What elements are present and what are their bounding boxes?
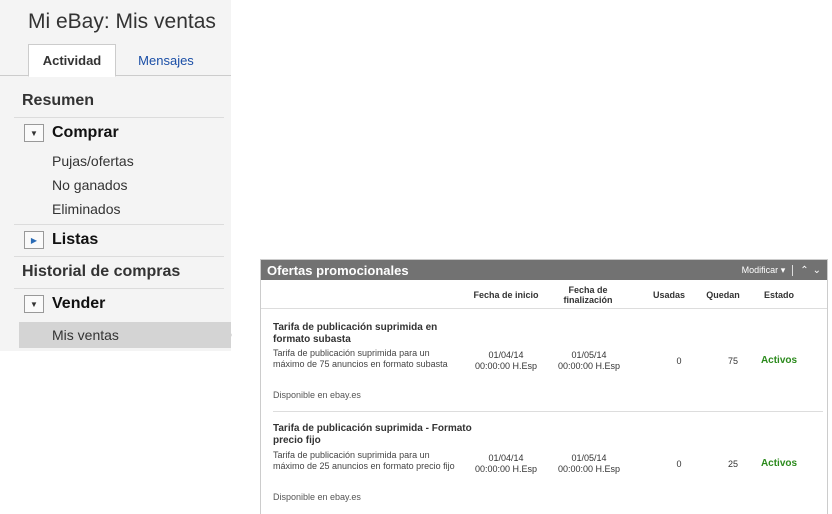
offer-start: 01/04/14 00:00:00 H.Esp — [466, 453, 546, 475]
modify-label: Modificar — [741, 264, 779, 275]
nav-group-label: Listas — [52, 231, 99, 248]
offer-end-date: 01/05/14 — [571, 350, 607, 360]
table-row: Tarifa de publicación suprimida - Format… — [261, 413, 827, 514]
table-row: Tarifa de publicación suprimida en forma… — [261, 310, 827, 412]
offer-end: 01/05/14 00:00:00 H.Esp — [551, 350, 627, 372]
offer-start-time: 00:00:00 H.Esp — [474, 361, 538, 371]
offer-start-date: 01/04/14 — [488, 350, 524, 360]
nav-summary-heading[interactable]: Resumen — [22, 92, 94, 110]
column-header-start: Fecha de inicio — [473, 289, 539, 300]
offer-availability: Disponible en ebay.es — [273, 492, 361, 502]
offer-availability: Disponible en ebay.es — [273, 390, 361, 400]
chevron-down-icon[interactable]: ⌄ — [813, 265, 821, 276]
nav-item-pujas-ofertas[interactable]: Pujas/ofertas — [52, 153, 134, 169]
offer-description: Tarifa de publicación suprimida para un … — [273, 348, 448, 369]
tab-bar: Actividad Mensajes — [0, 44, 231, 77]
offer-used: 0 — [676, 356, 682, 366]
nav-group-listas[interactable]: ▶ Listas — [24, 231, 98, 249]
divider — [14, 224, 224, 225]
nav-item-no-ganados[interactable]: No ganados — [52, 177, 128, 193]
promo-offers-panel: Ofertas promocionales Modificar ▾ ⌃ ⌄ Fe… — [260, 259, 828, 514]
offer-title: Tarifa de publicación suprimida en forma… — [273, 322, 438, 345]
offer-remaining: 25 — [727, 459, 738, 469]
nav-history-heading[interactable]: Historial de compras — [22, 263, 180, 281]
column-header-used: Usadas — [652, 289, 686, 300]
offer-start-date: 01/04/14 — [488, 453, 524, 463]
tab-actividad[interactable]: Actividad — [28, 44, 116, 77]
chevron-right-icon[interactable]: ▶ — [24, 231, 44, 249]
left-nav-panel: Mi eBay: Mis ventas Actividad Mensajes R… — [0, 0, 231, 351]
table-header: Fecha de inicio Fecha de finalización Us… — [261, 280, 827, 309]
nav-group-label: Comprar — [52, 124, 119, 141]
divider — [14, 288, 224, 289]
collapse-icon[interactable]: ⌃ — [800, 265, 808, 276]
page-title: Mi eBay: Mis ventas — [28, 10, 216, 33]
offer-end-time: 00:00:00 H.Esp — [557, 361, 621, 371]
chevron-down-icon[interactable]: ▼ — [24, 295, 44, 313]
offer-end-date: 01/05/14 — [571, 453, 607, 463]
offer-end-time: 00:00:00 H.Esp — [557, 464, 621, 474]
column-header-status: Estado — [763, 289, 794, 300]
modify-dropdown[interactable]: Modificar ▾ — [742, 265, 786, 276]
offer-start: 01/04/14 00:00:00 H.Esp — [466, 350, 546, 372]
offer-description: Tarifa de publicación suprimida para un … — [273, 450, 455, 471]
nav-item-eliminados[interactable]: Eliminados — [52, 201, 120, 217]
panel-tools: Modificar ▾ ⌃ ⌄ — [742, 264, 821, 276]
divider — [273, 411, 823, 412]
tab-mensajes[interactable]: Mensajes — [116, 44, 216, 76]
nav-group-label: Vender — [52, 295, 106, 312]
offer-remaining: 75 — [727, 356, 738, 366]
active-pointer-arrow — [225, 322, 232, 348]
column-header-remaining: Quedan — [706, 289, 740, 300]
caret-down-icon: ▾ — [780, 264, 786, 275]
offer-end: 01/05/14 00:00:00 H.Esp — [551, 453, 627, 475]
panel-header: Ofertas promocionales Modificar ▾ ⌃ ⌄ — [261, 260, 827, 280]
offer-start-time: 00:00:00 H.Esp — [474, 464, 538, 474]
nav-group-comprar[interactable]: ▼ Comprar — [24, 124, 119, 142]
panel-title: Ofertas promocionales — [267, 262, 409, 278]
chevron-down-icon[interactable]: ▼ — [24, 124, 44, 142]
offer-used: 0 — [676, 459, 682, 469]
divider — [14, 256, 224, 257]
divider — [14, 117, 224, 118]
status-badge: Activos — [760, 355, 798, 366]
nav-item-mis-ventas[interactable]: Mis ventas — [52, 327, 119, 343]
column-header-end: Fecha de finalización — [563, 284, 613, 305]
nav-group-vender[interactable]: ▼ Vender — [24, 295, 105, 313]
status-badge: Activos — [760, 458, 798, 469]
divider — [792, 264, 794, 276]
nav-item-mis-ventas-highlight — [19, 322, 231, 348]
offer-title: Tarifa de publicación suprimida - Format… — [273, 423, 472, 446]
